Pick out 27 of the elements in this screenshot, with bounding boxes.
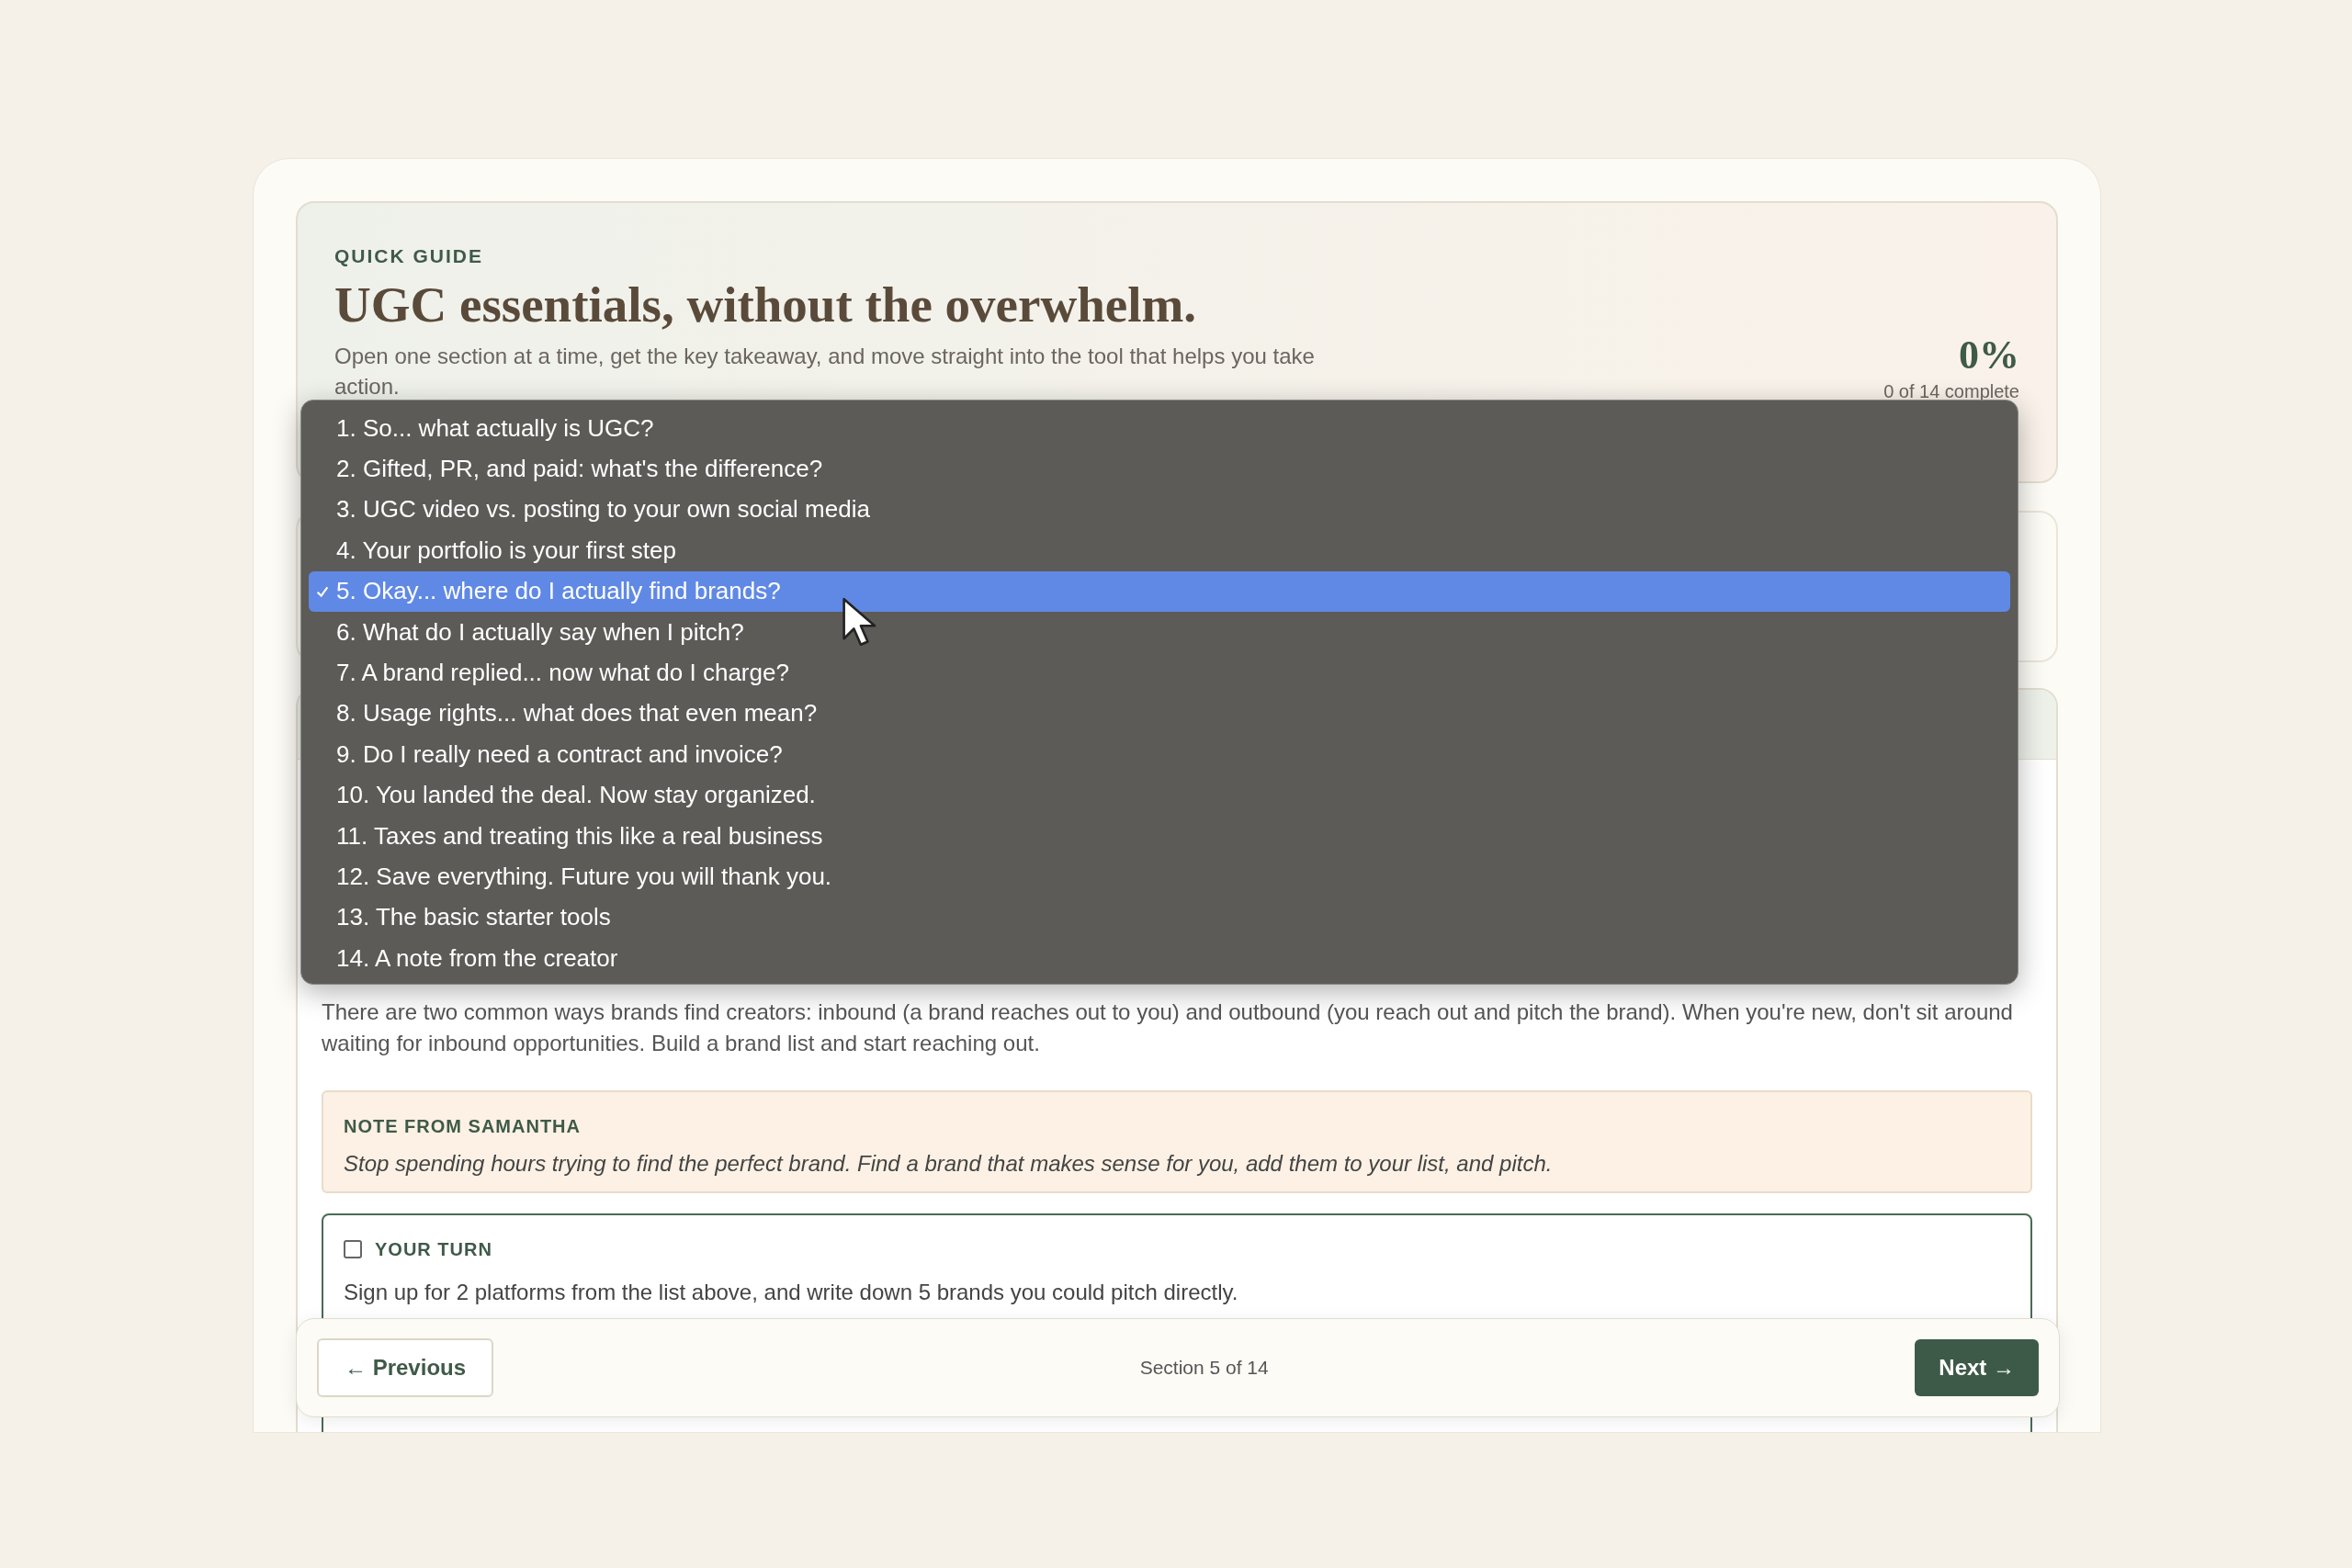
- dropdown-option[interactable]: 2. Gifted, PR, and paid: what's the difference?: [309, 448, 2010, 490]
- dropdown-option[interactable]: 9. Do I really need a contract and invoice?: [309, 734, 2010, 775]
- dropdown-option[interactable]: 14. A note from the creator: [309, 938, 2010, 979]
- dropdown-option[interactable]: 10. You landed the deal. Now stay organized.: [309, 774, 2010, 816]
- dropdown-option[interactable]: 7. A brand replied... now what do I charge?: [309, 652, 2010, 694]
- task-checkbox[interactable]: [344, 1240, 362, 1258]
- dropdown-option[interactable]: 12. Save everything. Future you will thank you.: [309, 856, 2010, 897]
- dropdown-option[interactable]: 3. UGC video vs. posting to your own social media: [309, 489, 2010, 531]
- note-text: Stop spending hours trying to find the perfect brand. Find a brand that makes sense for you, add them to your list, and pitch.: [344, 1150, 1554, 1178]
- eyebrow-label: QUICK GUIDE: [334, 244, 484, 268]
- section-position: Section 5 of 14: [1139, 1356, 1269, 1381]
- note-title: NOTE FROM SAMANTHA: [344, 1115, 582, 1138]
- page-description: Open one section at a time, get the key takeaway, and move straight into the tool that helps you take action.: [334, 342, 1316, 400]
- page-title: UGC essentials, without the overwhelm.: [334, 275, 1197, 334]
- progress-percent: 0%: [1959, 335, 2019, 376]
- dropdown-option[interactable]: 11. Taxes and treating this like a real business: [309, 815, 2010, 857]
- your-turn-title: YOUR TURN: [375, 1238, 492, 1261]
- next-button[interactable]: Next →: [1915, 1339, 2039, 1396]
- dropdown-option[interactable]: 13. The basic starter tools: [309, 897, 2010, 939]
- dropdown-option[interactable]: 4. Your portfolio is your first step: [309, 530, 2010, 571]
- dropdown-option[interactable]: 8. Usage rights... what does that even mean?: [309, 693, 2010, 735]
- dropdown-option[interactable]: 1. So... what actually is UGC?: [309, 408, 2010, 449]
- section-body-text: There are two common ways brands find creators: inbound (a brand reaches out to you) and outbound (you reach out and pitch the brand). When you're new, don't sit around waiting for inbound opportunities. Build a brand list and start reaching out.: [322, 998, 2014, 1057]
- dropdown-option[interactable]: 6. What do I actually say when I pitch?: [309, 611, 2010, 653]
- your-turn-text: Sign up for 2 platforms from the list above, and write down 5 brands you could pitch directly.: [344, 1279, 1239, 1306]
- previous-button[interactable]: ← Previous: [317, 1338, 494, 1397]
- progress-text: 0 of 14 complete: [1883, 380, 2019, 403]
